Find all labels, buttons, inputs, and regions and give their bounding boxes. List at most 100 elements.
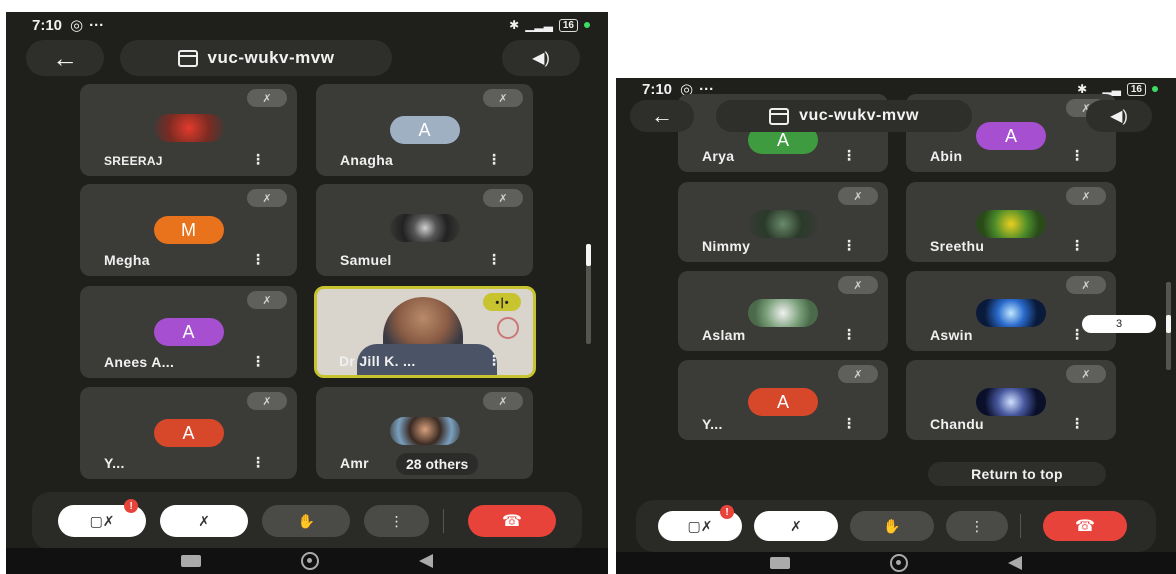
participant-name: Amr (340, 455, 369, 471)
participant-name: Y... (702, 416, 723, 432)
more-options-icon[interactable]: ⋮ (842, 237, 856, 254)
more-options-icon[interactable]: ⋮ (1070, 326, 1084, 343)
camera-off-icon: ▢✗ (89, 512, 115, 529)
scrollbar-thumb[interactable] (1166, 315, 1171, 333)
end-call-button[interactable]: ☎ (1043, 511, 1127, 541)
meeting-info-button[interactable]: vuc-wukv-mvw (716, 100, 972, 132)
participant-tile[interactable]: ✗ Aswin ⋮ (906, 271, 1116, 351)
home-icon[interactable] (890, 554, 908, 572)
participant-name: Anees A... (104, 354, 175, 370)
more-options-icon[interactable]: ⋮ (487, 251, 501, 268)
back-triangle-icon[interactable] (1008, 556, 1022, 570)
mic-toggle-button[interactable]: ✗ (160, 505, 249, 537)
return-to-top-button[interactable]: Return to top (928, 462, 1106, 486)
more-vert-icon: ⋮ (970, 517, 984, 534)
back-button[interactable]: ← (26, 40, 104, 76)
avatar-photo (389, 214, 460, 242)
privacy-dot-icon (1152, 86, 1158, 92)
participant-tile[interactable]: ✗ A Y... ⋮ (80, 387, 297, 479)
participant-name: Megha (104, 252, 150, 268)
meet-screen-right: 7:10 ◎ ··· ✱ ▁▂▃ 16 A Arya ⋮ ✗ A Abin ⋮ … (616, 78, 1176, 574)
participant-tile[interactable]: ✗ A Anagha ⋮ (316, 84, 533, 176)
mic-off-icon: ✗ (838, 276, 878, 294)
more-options-icon[interactable]: ⋮ (842, 326, 856, 343)
more-options-icon[interactable]: ⋮ (487, 352, 501, 369)
more-options-icon[interactable]: ⋮ (1070, 415, 1084, 432)
participant-name: Anagha (340, 152, 394, 168)
participant-name: Aswin (930, 327, 973, 343)
participant-name: Dr Jill K. ... (339, 353, 416, 369)
avatar-initial: A (389, 116, 460, 144)
hang-up-icon: ☎ (502, 513, 522, 530)
more-options-icon[interactable]: ⋮ (1070, 147, 1084, 164)
raise-hand-button[interactable]: ✋ (262, 505, 351, 537)
active-speaker-tile[interactable]: •∣• Dr Jill K. ... ⋮ (314, 286, 536, 378)
avatar-initial: A (153, 419, 224, 447)
participant-tile[interactable]: ✗ Samuel ⋮ (316, 184, 533, 276)
speaker-button[interactable]: ◀) (1086, 100, 1152, 132)
participant-name: Chandu (930, 416, 984, 432)
more-options-icon[interactable]: ⋮ (842, 147, 856, 164)
more-vert-icon: ⋮ (389, 512, 404, 529)
meeting-code: vuc-wukv-mvw (799, 107, 919, 124)
more-options-icon[interactable]: ⋮ (487, 151, 501, 168)
participant-tile[interactable]: ✗ SREERAJ ⋮ (80, 84, 297, 176)
more-options-button[interactable]: ⋮ (364, 505, 429, 537)
wall-clock (497, 317, 519, 339)
camera-off-icon: ▢✗ (687, 517, 713, 534)
status-time: 7:10 (32, 16, 63, 34)
participant-tile[interactable]: ✗ Nimmy ⋮ (678, 182, 888, 262)
bluetooth-icon: ✱ (509, 18, 520, 32)
camera-toggle-button[interactable]: ▢✗ ! (658, 505, 742, 541)
recents-icon[interactable] (770, 557, 790, 569)
speaker-button[interactable]: ◀) (502, 40, 580, 76)
status-bar: 7:10 ◎ ··· ✱ ▁▂▃ 16 (6, 12, 608, 38)
mic-toggle-button[interactable]: ✗ (754, 511, 838, 541)
end-call-button[interactable]: ☎ (467, 505, 557, 537)
others-count: 28 others (396, 453, 479, 475)
participant-tile[interactable]: ✗ Chandu ⋮ (906, 360, 1116, 440)
mic-off-icon: ✗ (247, 189, 287, 207)
meeting-info-button[interactable]: vuc-wukv-mvw (120, 40, 392, 76)
avatar-photo (153, 114, 224, 142)
more-options-button[interactable]: ⋮ (946, 511, 1008, 541)
mic-off-icon: ✗ (790, 517, 802, 534)
avatar-photo (748, 210, 818, 238)
more-options-icon[interactable]: ⋮ (842, 415, 856, 432)
more-options-icon[interactable]: ⋮ (1070, 237, 1084, 254)
camera-toggle-button[interactable]: ▢✗ ! (58, 499, 147, 537)
participant-tile[interactable]: ✗ A Anees A... ⋮ (80, 286, 297, 378)
participant-name: Samuel (340, 252, 392, 268)
more-options-icon[interactable]: ⋮ (251, 353, 265, 370)
others-tile[interactable]: ✗ Amr 28 others (316, 387, 533, 479)
mic-off-icon: ✗ (198, 512, 211, 529)
participant-tile[interactable]: ✗ Aslam ⋮ (678, 271, 888, 351)
privacy-dot-icon (584, 22, 590, 28)
participant-name: Sreethu (930, 238, 985, 254)
more-options-icon[interactable]: ⋮ (251, 251, 265, 268)
mic-off-icon: ✗ (483, 189, 523, 207)
raise-hand-button[interactable]: ✋ (850, 511, 934, 541)
mic-off-icon: ✗ (483, 89, 523, 107)
participant-tile[interactable]: ✗ A Y... ⋮ (678, 360, 888, 440)
top-bar: ← vuc-wukv-mvw ◀) (6, 40, 608, 76)
speaker-icon: ◀) (532, 50, 550, 67)
participant-tile[interactable]: ✗ Sreethu ⋮ (906, 182, 1116, 262)
recents-icon[interactable] (181, 555, 201, 567)
back-triangle-icon[interactable] (419, 554, 433, 568)
status-more: ··· (89, 16, 105, 34)
avatar-photo (748, 299, 818, 327)
home-icon[interactable] (301, 552, 319, 570)
participant-tile[interactable]: ✗ M Megha ⋮ (80, 184, 297, 276)
scrollbar-thumb[interactable] (586, 244, 591, 266)
back-button[interactable]: ← (630, 100, 694, 132)
divider (442, 509, 444, 533)
mic-off-icon: ✗ (1066, 365, 1106, 383)
more-options-icon[interactable]: ⋮ (251, 151, 265, 168)
status-time: 7:10 (642, 80, 673, 98)
more-options-icon[interactable]: ⋮ (251, 454, 265, 471)
call-controls: ▢✗ ! ✗ ✋ ⋮ ☎ (32, 492, 582, 550)
hand-icon: ✋ (297, 512, 315, 529)
avatar-photo (976, 299, 1046, 327)
hang-up-icon: ☎ (1075, 518, 1095, 535)
